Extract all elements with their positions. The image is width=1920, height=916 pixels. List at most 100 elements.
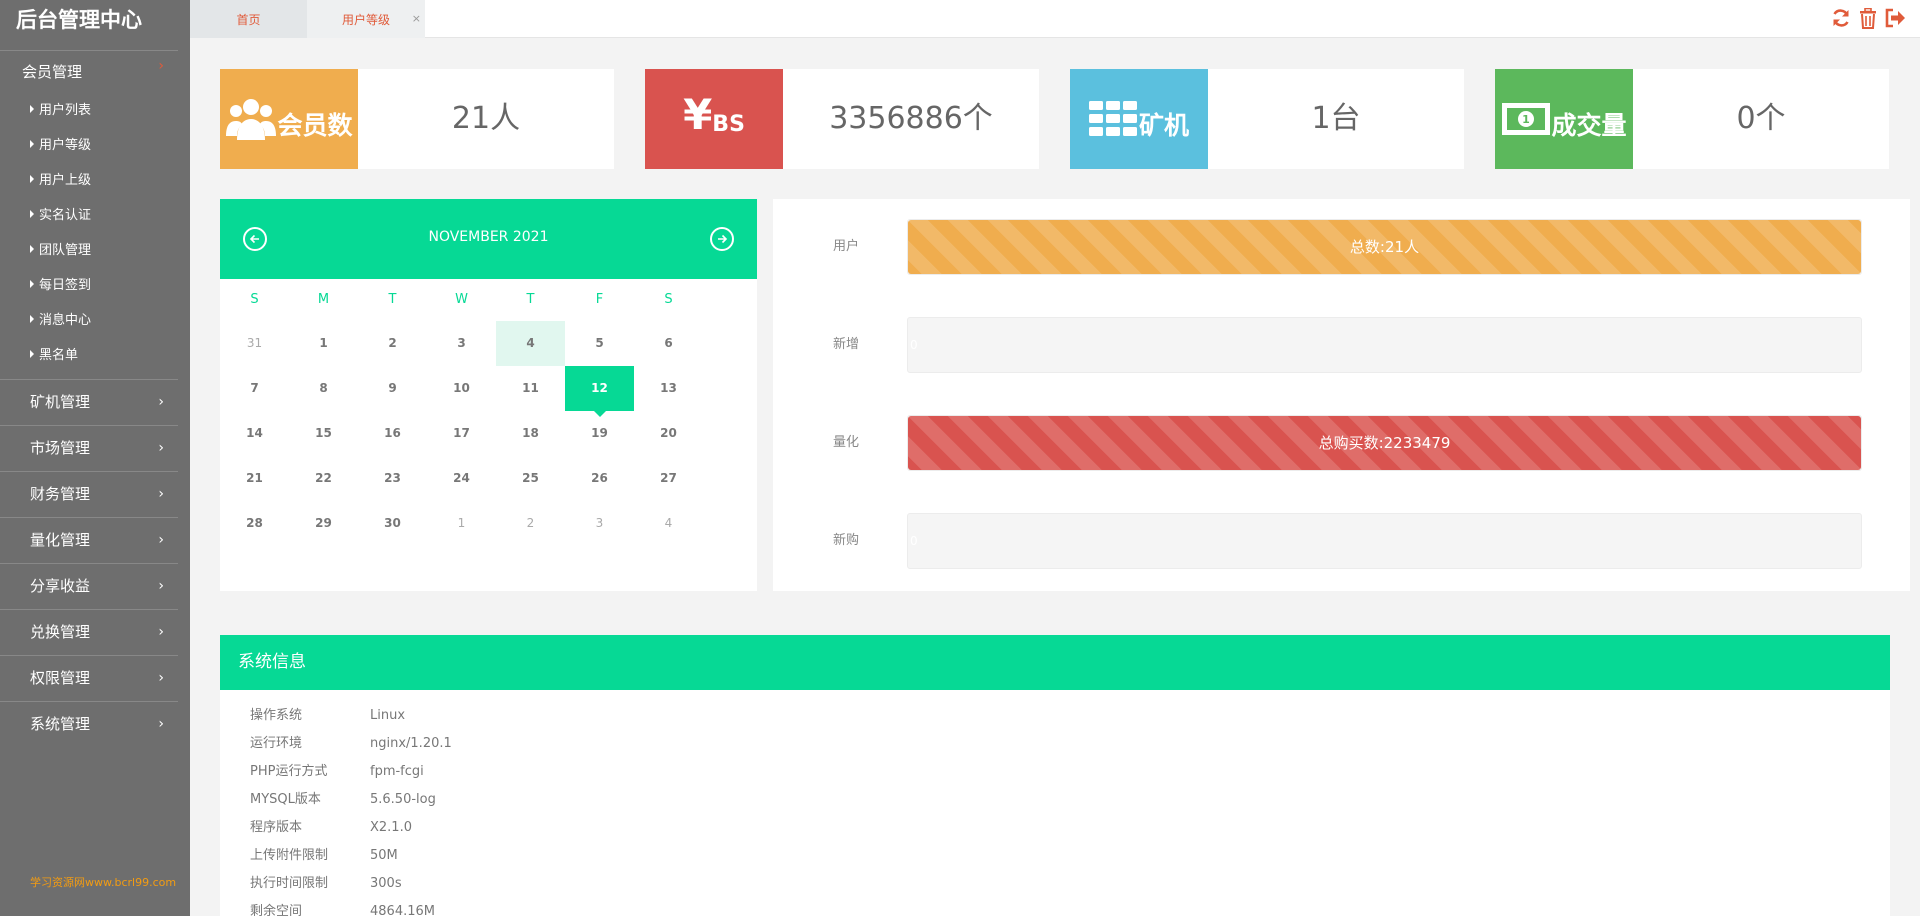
calendar-day[interactable]: 7 xyxy=(220,366,289,411)
calendar-day[interactable]: 2 xyxy=(358,321,427,366)
stat-card-miners: 矿机 1台 xyxy=(1070,69,1464,169)
trash-icon[interactable] xyxy=(1857,6,1879,30)
sidebar-item-messages[interactable]: 消息中心 xyxy=(0,303,178,338)
calendar-day[interactable]: 1 xyxy=(289,321,358,366)
sidebar-item-verification[interactable]: 实名认证 xyxy=(0,198,178,233)
calendar-day[interactable]: 19 xyxy=(565,411,634,456)
calendar-weekday: T xyxy=(388,292,397,307)
sidebar-item-user-level[interactable]: 用户等级 xyxy=(0,128,178,163)
yen-icon: ¥ xyxy=(683,89,713,139)
chevron-right-icon: › xyxy=(158,58,164,74)
sidebar-item-team[interactable]: 团队管理 xyxy=(0,233,178,268)
stat-value: 1台 xyxy=(1311,101,1361,136)
menu-head-miners[interactable]: 矿机管理 › xyxy=(0,380,178,425)
info-value: fpm-fcgi xyxy=(370,764,424,779)
stat-label: 成交量 xyxy=(1551,111,1627,140)
calendar-day[interactable]: 17 xyxy=(427,411,496,456)
calendar-day[interactable]: 4 xyxy=(634,501,703,546)
calendar-weekday: S xyxy=(250,292,259,307)
calendar-day[interactable]: 14 xyxy=(220,411,289,456)
calendar-day[interactable]: 3 xyxy=(565,501,634,546)
info-key: 执行时间限制 xyxy=(250,876,329,891)
sidebar-item-checkin[interactable]: 每日签到 xyxy=(0,268,178,303)
sidebar-item-user-superior[interactable]: 用户上级 xyxy=(0,163,178,198)
menu-head-members[interactable]: 会员管理 › xyxy=(0,51,178,93)
system-info-row: 执行时间限制 300s xyxy=(250,870,1890,898)
calendar-day[interactable]: 13 xyxy=(634,366,703,411)
top-actions xyxy=(1830,6,1906,30)
calendar-day[interactable]: 12 xyxy=(565,366,634,417)
tab-home[interactable]: 首页 xyxy=(190,0,307,38)
calendar-day[interactable]: 23 xyxy=(358,456,427,501)
calendar-day[interactable]: 27 xyxy=(634,456,703,501)
stat-card-bs: ¥ BS 3356886个 xyxy=(645,69,1039,169)
progress-row-new-users: 新增 0 xyxy=(773,317,1910,373)
calendar-day[interactable]: 30 xyxy=(358,501,427,546)
calendar-day[interactable]: 18 xyxy=(496,411,565,456)
system-info-row: 运行环境 nginx/1.20.1 xyxy=(250,730,1890,758)
calendar-day[interactable]: 28 xyxy=(220,501,289,546)
progress-text: 0 xyxy=(910,534,918,548)
calendar-day[interactable]: 26 xyxy=(565,456,634,501)
stat-label: 矿机 xyxy=(1138,111,1189,140)
calendar-day[interactable]: 9 xyxy=(358,366,427,411)
calendar-day[interactable]: 2 xyxy=(496,501,565,546)
close-icon[interactable]: × xyxy=(412,0,421,39)
menu-head-finance[interactable]: 财务管理 › xyxy=(0,472,178,517)
info-value: Linux xyxy=(370,708,406,723)
menu-head-quant[interactable]: 量化管理 › xyxy=(0,518,178,563)
calendar-day[interactable]: 8 xyxy=(289,366,358,411)
calendar-week-row: 14 15 16 17 18 19 20 xyxy=(220,411,757,456)
tab-label: 首页 xyxy=(236,13,261,27)
stat-card-members: 会员数 21人 xyxy=(220,69,614,169)
calendar-day[interactable]: 1 xyxy=(427,501,496,546)
progress-bar: 总数:21人 xyxy=(907,219,1862,275)
menu-head-share[interactable]: 分享收益 › xyxy=(0,564,178,609)
progress-label: 量化 xyxy=(833,435,860,450)
progress-text: 0 xyxy=(910,338,918,352)
sidebar-item-label: 用户上级 xyxy=(39,173,92,188)
calendar-grid: S M T W T F S 31 1 2 3 4 5 6 7 8 9 10 11 12 13 14 15 16 17 18 19 20… xyxy=(220,279,757,546)
menu-group-members: 会员管理 › 用户列表 用户等级 用户上级 实名认证 团队管理 每日签到 消息中… xyxy=(0,50,178,379)
calendar-day[interactable]: 5 xyxy=(565,321,634,366)
calendar-day[interactable]: 6 xyxy=(634,321,703,366)
calendar-day[interactable]: 15 xyxy=(289,411,358,456)
top-tab-bar: 首页 用户等级 × xyxy=(190,0,1920,38)
calendar-day[interactable]: 10 xyxy=(427,366,496,411)
tab-user-level[interactable]: 用户等级 × xyxy=(307,0,425,38)
calendar-day[interactable]: 29 xyxy=(289,501,358,546)
stat-label: BS xyxy=(712,111,745,137)
calendar-week-row: 31 1 2 3 4 5 6 xyxy=(220,321,757,366)
calendar-day[interactable]: 3 xyxy=(427,321,496,366)
calendar-day[interactable]: 25 xyxy=(496,456,565,501)
progress-bar: 0 xyxy=(907,513,1862,569)
calendar-day[interactable]: 22 xyxy=(289,456,358,501)
stat-card-volume: 1 成交量 0个 xyxy=(1495,69,1889,169)
info-value: 50M xyxy=(370,848,398,863)
menu-head-market[interactable]: 市场管理 › xyxy=(0,426,178,471)
progress-row-new-purchase: 新购 0 xyxy=(773,513,1910,569)
sidebar-item-blacklist[interactable]: 黑名单 xyxy=(0,338,178,373)
sidebar-item-user-list[interactable]: 用户列表 xyxy=(0,93,178,128)
logout-icon[interactable] xyxy=(1884,6,1906,30)
menu-head-system[interactable]: 系统管理 › xyxy=(0,702,178,747)
calendar-day[interactable]: 16 xyxy=(358,411,427,456)
menu-head-permissions[interactable]: 权限管理 › xyxy=(0,656,178,701)
arrow-right-icon xyxy=(718,234,728,244)
calendar-day[interactable]: 24 xyxy=(427,456,496,501)
next-month-button[interactable] xyxy=(710,227,734,251)
users-icon xyxy=(226,99,277,140)
system-info-panel: 系统信息 操作系统 Linux 运行环境 nginx/1.20.1 PHP运行方式 f… xyxy=(220,635,1890,916)
refresh-icon[interactable] xyxy=(1830,6,1852,30)
progress-bar: 总购买数:2233479 xyxy=(907,415,1862,471)
calendar-day[interactable]: 21 xyxy=(220,456,289,501)
stat-label: 会员数 xyxy=(277,111,353,140)
progress-row-quant: 量化 总购买数:2233479 xyxy=(773,415,1910,471)
calendar-day[interactable]: 11 xyxy=(496,366,565,411)
menu-head-exchange[interactable]: 兑换管理 › xyxy=(0,610,178,655)
calendar-day[interactable]: 20 xyxy=(634,411,703,456)
calendar-day[interactable]: 31 xyxy=(220,321,289,366)
calendar-day[interactable]: 4 xyxy=(496,321,565,366)
system-info-row: 操作系统 Linux xyxy=(250,702,1890,730)
menu-group-quant: 量化管理 › xyxy=(0,517,178,563)
